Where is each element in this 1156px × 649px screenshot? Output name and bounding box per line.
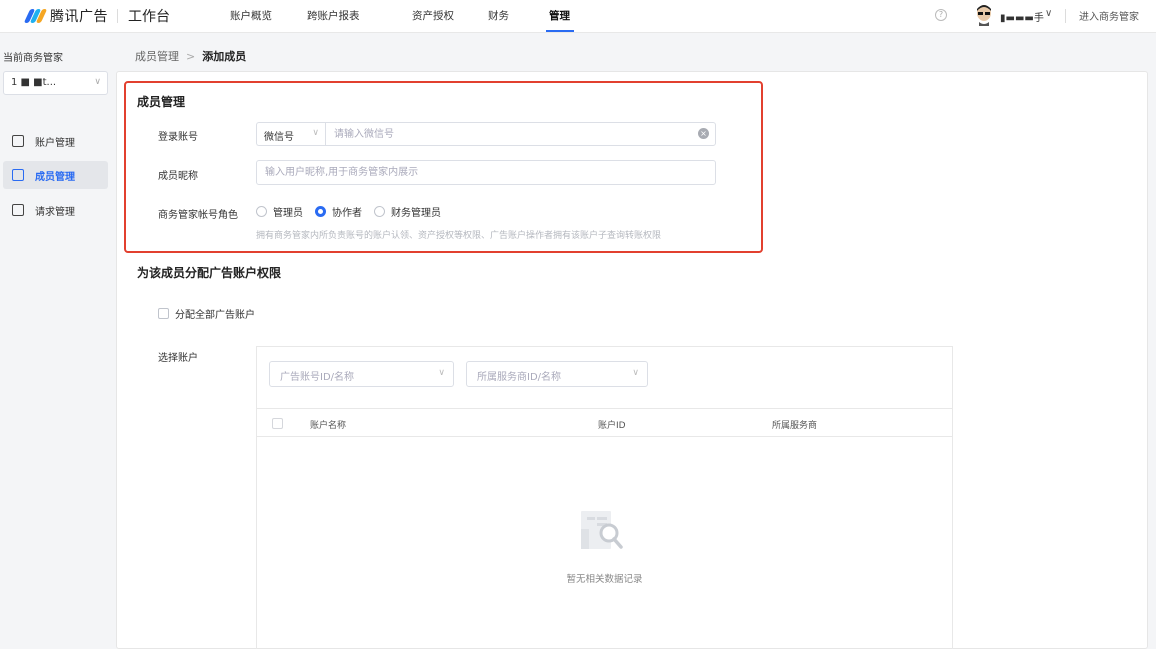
nickname-input[interactable] [256, 160, 716, 185]
brand-name: 腾讯广告 [50, 9, 108, 25]
radio-label: 协作者 [332, 208, 362, 219]
column-header-account-id: 账户ID [598, 421, 626, 431]
sidebar-item-label: 账户管理 [35, 137, 75, 149]
account-filter-placeholder: 广告账号ID/名称 [280, 372, 355, 383]
role-radio-admin[interactable]: 管理员 [256, 204, 303, 219]
chevron-down-icon: ∨ [312, 128, 319, 138]
login-type-select[interactable]: 微信号 ∨ [256, 122, 325, 146]
section-title-permissions: 为该成员分配广告账户权限 [137, 266, 282, 280]
radio-icon [374, 206, 385, 217]
member-icon [12, 169, 24, 181]
request-icon [12, 204, 24, 216]
sidebar-item-account-management[interactable]: 账户管理 [3, 127, 108, 155]
selector-value: 1 ■ ■t... [11, 77, 57, 88]
nav-cross-account-report[interactable]: 跨账户报表 [307, 8, 360, 23]
nav-account-overview[interactable]: 账户概览 [230, 8, 272, 23]
radio-label: 财务管理员 [391, 208, 441, 219]
nickname-label: 成员昵称 [158, 171, 198, 182]
login-type-value: 微信号 [264, 132, 294, 143]
provider-filter-select[interactable]: 所属服务商ID/名称 ∨ [466, 361, 648, 387]
clear-icon[interactable]: × [698, 128, 709, 139]
section-title-member: 成员管理 [137, 95, 186, 109]
nav-finance[interactable]: 财务 [488, 8, 509, 23]
enter-business-manager-button[interactable]: 进入商务管家 [1079, 8, 1139, 23]
breadcrumb-current: 添加成员 [202, 50, 247, 63]
chevron-down-icon[interactable]: ∨ [1045, 8, 1052, 19]
role-label: 商务管家帐号角色 [158, 210, 238, 221]
checkbox-icon [158, 308, 169, 319]
provider-filter-placeholder: 所属服务商ID/名称 [477, 372, 562, 383]
business-manager-selector[interactable]: 1 ■ ■t... ∨ [3, 71, 108, 95]
role-hint: 拥有商务管家内所负责账号的账户认领、资产授权等权限、广告账户操作者拥有该账户子查… [256, 231, 662, 241]
sidebar-item-label: 成员管理 [35, 171, 75, 183]
workbench-title[interactable]: 工作台 [128, 6, 170, 26]
column-header-account-name: 账户名称 [310, 421, 347, 431]
breadcrumb: 成员管理 > 添加成员 [135, 48, 246, 64]
wechat-id-input[interactable] [325, 122, 716, 146]
login-account-label: 登录账号 [158, 132, 198, 143]
logo[interactable]: 腾讯广告 [23, 6, 108, 26]
user-name[interactable]: ▮▬▬▬手 [1000, 9, 1044, 24]
account-icon [12, 135, 24, 147]
help-icon[interactable]: ? [935, 9, 947, 21]
role-radio-finance-admin[interactable]: 财务管理员 [374, 204, 441, 219]
empty-data-icon [581, 511, 623, 549]
sidebar-item-request-management[interactable]: 请求管理 [3, 196, 108, 224]
divider [117, 9, 118, 23]
radio-icon [256, 206, 267, 217]
select-account-label: 选择账户 [158, 353, 198, 364]
radio-selected-icon [315, 206, 326, 217]
sidebar: 当前商务管家 1 ■ ■t... ∨ 账户管理 成员管理 请求管理 [0, 34, 115, 649]
role-radio-group: 管理员 协作者 财务管理员 [256, 204, 453, 219]
select-all-checkbox[interactable] [272, 418, 283, 429]
radio-label: 管理员 [273, 208, 303, 219]
breadcrumb-separator: > [186, 50, 196, 63]
divider [1065, 9, 1066, 23]
table-header: 账户名称 账户ID 所属服务商 [257, 408, 952, 437]
top-bar: 腾讯广告 工作台 账户概览 跨账户报表 资产授权 财务 管理 ? ▮▬▬▬手 ∨… [0, 0, 1156, 33]
sidebar-item-label: 请求管理 [35, 206, 75, 218]
logo-icon [23, 7, 48, 25]
chevron-down-icon: ∨ [632, 368, 639, 378]
sidebar-title: 当前商务管家 [3, 53, 63, 64]
chevron-down-icon: ∨ [438, 368, 445, 378]
avatar[interactable] [974, 4, 994, 26]
breadcrumb-parent[interactable]: 成员管理 [135, 50, 179, 63]
empty-state-text: 暂无相关数据记录 [566, 574, 643, 585]
chevron-down-icon: ∨ [94, 77, 101, 87]
account-table-panel: 广告账号ID/名称 ∨ 所属服务商ID/名称 ∨ 账户名称 账户ID 所属服务商… [256, 346, 953, 649]
nav-management[interactable]: 管理 [549, 8, 570, 23]
role-radio-collaborator[interactable]: 协作者 [315, 204, 362, 219]
nav-asset-authorization[interactable]: 资产授权 [412, 8, 454, 23]
account-filter-select[interactable]: 广告账号ID/名称 ∨ [269, 361, 454, 387]
sidebar-item-member-management[interactable]: 成员管理 [3, 161, 108, 189]
checkbox-label: 分配全部广告账户 [175, 310, 255, 321]
assign-all-checkbox[interactable]: 分配全部广告账户 [158, 306, 255, 321]
column-header-provider: 所属服务商 [772, 421, 818, 431]
nav-active-indicator [546, 30, 574, 32]
